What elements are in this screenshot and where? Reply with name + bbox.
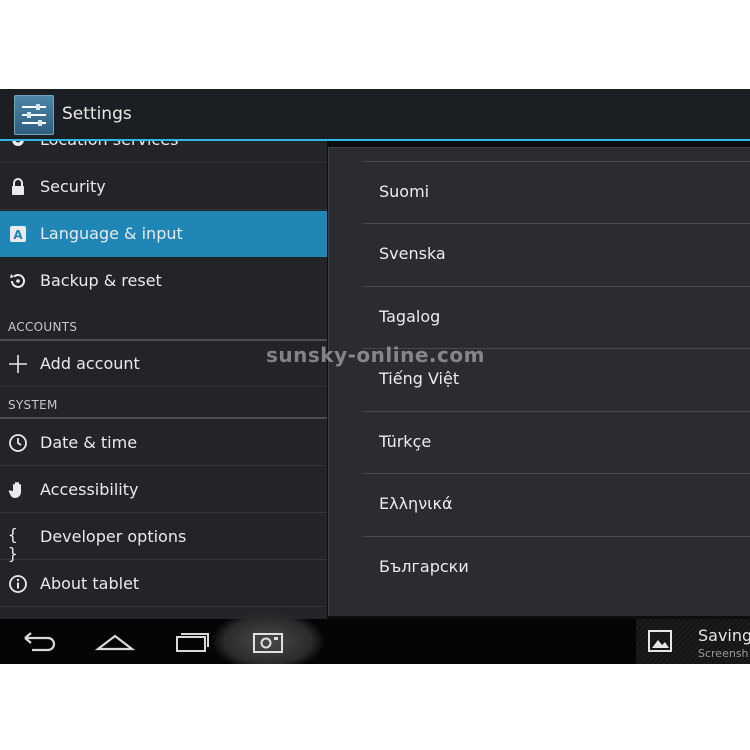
section-header-accounts: ACCOUNTS: [0, 311, 327, 341]
page-title: Settings: [62, 104, 132, 124]
screenshot-icon[interactable]: [243, 625, 293, 659]
settings-item-date-time[interactable]: Date & time: [0, 420, 327, 466]
tablet-screen: Settings Location services Security A La…: [0, 89, 750, 664]
settings-item-language-input[interactable]: A Language & input: [0, 211, 327, 257]
settings-item-security[interactable]: Security: [0, 164, 327, 210]
navigation-bar: Saving Screensh: [0, 611, 750, 664]
language-option[interactable]: Svenska: [363, 223, 750, 285]
language-icon: A: [8, 224, 28, 244]
watermark: sunsky-online.com: [266, 343, 485, 367]
language-option[interactable]: Tagalog: [363, 286, 750, 348]
language-option[interactable]: Български: [363, 536, 750, 598]
settings-item-backup-reset[interactable]: Backup & reset: [0, 258, 327, 304]
home-icon[interactable]: [90, 625, 140, 659]
image-icon: [648, 630, 672, 656]
settings-sliders-icon[interactable]: [14, 95, 54, 135]
settings-item-about-tablet[interactable]: About tablet: [0, 561, 327, 607]
back-icon[interactable]: [14, 625, 64, 659]
backup-restore-icon: [8, 271, 28, 291]
action-bar: Settings: [0, 89, 750, 141]
settings-item-accessibility[interactable]: Accessibility: [0, 467, 327, 513]
recent-apps-icon[interactable]: [168, 625, 218, 659]
svg-text:A: A: [13, 228, 23, 242]
plus-icon: [8, 354, 28, 374]
settings-item-location-services[interactable]: Location services: [0, 141, 327, 163]
info-icon: [8, 574, 28, 594]
language-option[interactable]: Suomi: [363, 161, 750, 223]
language-option[interactable]: Ελληνικά: [363, 473, 750, 535]
lock-icon: [8, 177, 28, 197]
settings-item-developer-options[interactable]: { } Developer options: [0, 514, 327, 563]
language-list: Suomi Svenska Tagalog Tiếng Việt Türkçe …: [328, 147, 750, 616]
braces-icon: { }: [8, 525, 18, 563]
screenshot-notification[interactable]: Saving Screensh: [636, 619, 750, 664]
notification-title: Saving: [698, 626, 750, 645]
settings-list: Location services Security A Language & …: [0, 141, 327, 619]
section-header-system: SYSTEM: [0, 389, 327, 419]
location-icon: [8, 141, 28, 150]
notification-subtitle: Screensh: [698, 647, 749, 660]
clock-icon: [8, 433, 28, 453]
hand-icon: [8, 480, 28, 500]
language-option[interactable]: Türkçe: [363, 411, 750, 473]
